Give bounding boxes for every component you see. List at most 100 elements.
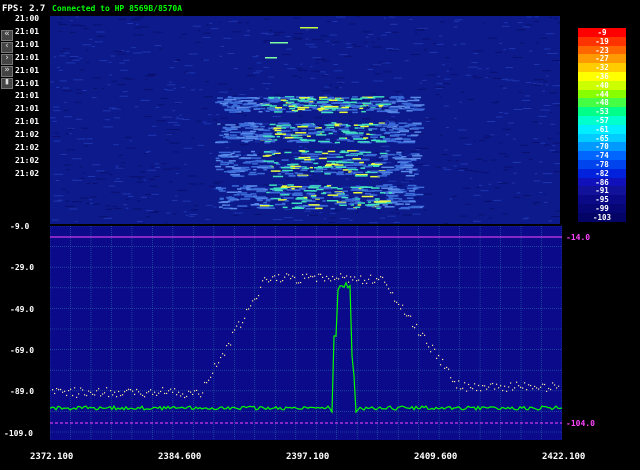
waterfall-noise <box>422 38 431 40</box>
waterfall-noise <box>125 198 129 200</box>
waterfall-noise <box>108 61 112 63</box>
waterfall-noise <box>453 44 457 46</box>
waterfall-noise <box>119 107 123 109</box>
waterfall-signal <box>315 207 323 210</box>
legend-entry: -53 <box>578 107 626 117</box>
waterfall-signal <box>221 201 231 203</box>
waterfall-noise <box>549 149 556 151</box>
waterfall-noise <box>538 115 547 117</box>
peak-hold-point <box>208 379 210 381</box>
waterfall-signal <box>406 197 414 199</box>
waterfall-noise <box>503 166 514 168</box>
waterfall-noise <box>62 90 73 92</box>
waterfall-noise <box>86 183 91 185</box>
nav-prev-button[interactable]: ‹ <box>1 41 13 53</box>
waterfall-signal <box>313 162 319 165</box>
waterfall-signal <box>274 111 283 113</box>
waterfall-signal <box>352 96 358 98</box>
waterfall-noise <box>512 161 521 163</box>
waterfall-noise <box>89 199 93 201</box>
spectrum-plot[interactable] <box>50 226 562 440</box>
waterfall-signal <box>325 124 335 126</box>
waterfall-noise <box>429 51 438 53</box>
waterfall-noise <box>378 61 386 63</box>
timestamp-label: 21:01 <box>15 65 40 75</box>
waterfall-noise <box>543 105 551 107</box>
waterfall-noise <box>380 145 390 147</box>
nav-pause-button[interactable]: ▮ <box>1 77 13 89</box>
waterfall-noise <box>75 16 79 18</box>
waterfall-signal <box>302 123 311 125</box>
waterfall-noise <box>378 211 381 213</box>
waterfall-signal <box>280 194 290 196</box>
waterfall-noise <box>218 21 222 23</box>
peak-hold-point <box>524 382 526 384</box>
peak-hold-point <box>422 332 424 334</box>
waterfall-noise <box>462 187 471 189</box>
peak-hold-point <box>234 329 236 331</box>
waterfall-signal <box>365 204 375 206</box>
nav-last-button[interactable]: » <box>1 65 13 77</box>
waterfall-noise <box>187 175 197 177</box>
waterfall-noise <box>186 214 189 216</box>
nav-first-button[interactable]: « <box>1 29 13 41</box>
waterfall-signal <box>382 204 388 206</box>
waterfall-noise <box>395 209 399 211</box>
waterfall-noise <box>181 33 187 35</box>
waterfall-signal <box>365 193 371 195</box>
peak-hold-point <box>108 395 110 398</box>
waterfall-noise <box>471 62 478 64</box>
waterfall-noise <box>544 48 551 50</box>
waterfall-noise <box>455 26 458 28</box>
waterfall-signal <box>312 197 324 199</box>
waterfall-signal <box>219 197 224 200</box>
peak-hold-point <box>230 344 232 346</box>
waterfall-signal <box>222 127 232 129</box>
waterfall-signal <box>216 168 224 171</box>
waterfall-noise <box>137 200 141 202</box>
waterfall-signal <box>249 130 257 133</box>
waterfall-noise <box>279 195 285 197</box>
waterfall-noise <box>323 74 329 76</box>
waterfall-noise <box>245 22 250 24</box>
waterfall-signal <box>326 156 337 159</box>
waterfall-noise <box>543 201 548 203</box>
peak-hold-point <box>90 391 92 393</box>
waterfall-signal <box>270 109 283 112</box>
waterfall-signal <box>281 185 288 187</box>
waterfall-display[interactable] <box>50 16 560 224</box>
timestamp-label: 21:01 <box>15 78 40 88</box>
waterfall-signal <box>354 196 359 199</box>
waterfall-noise <box>552 145 556 147</box>
waterfall-signal <box>302 200 306 202</box>
waterfall-noise <box>439 135 443 137</box>
waterfall-signal <box>399 160 412 163</box>
waterfall-noise <box>297 68 303 70</box>
waterfall-noise <box>132 18 141 20</box>
waterfall-noise <box>140 171 146 173</box>
waterfall-noise <box>143 179 147 181</box>
waterfall-noise <box>551 60 560 62</box>
waterfall-noise <box>436 83 443 85</box>
peak-hold-point <box>130 389 132 391</box>
waterfall-signal <box>385 110 392 112</box>
peak-hold-point <box>468 383 470 386</box>
waterfall-noise <box>522 218 528 220</box>
waterfall-signal <box>289 98 300 101</box>
waterfall-noise <box>62 48 71 50</box>
waterfall-noise <box>526 16 532 18</box>
waterfall-noise <box>413 106 418 108</box>
peak-hold-point <box>476 389 478 392</box>
waterfall-signal <box>310 195 317 198</box>
waterfall-signal <box>319 96 328 99</box>
waterfall-noise <box>311 70 321 72</box>
waterfall-signal <box>269 191 281 194</box>
peak-hold-point <box>190 391 192 393</box>
waterfall-signal <box>378 123 388 126</box>
peak-hold-point <box>350 276 352 278</box>
waterfall-noise <box>59 31 62 33</box>
waterfall-noise <box>409 19 413 21</box>
waterfall-noise <box>415 170 421 172</box>
nav-next-button[interactable]: › <box>1 53 13 65</box>
waterfall-noise <box>92 77 101 79</box>
